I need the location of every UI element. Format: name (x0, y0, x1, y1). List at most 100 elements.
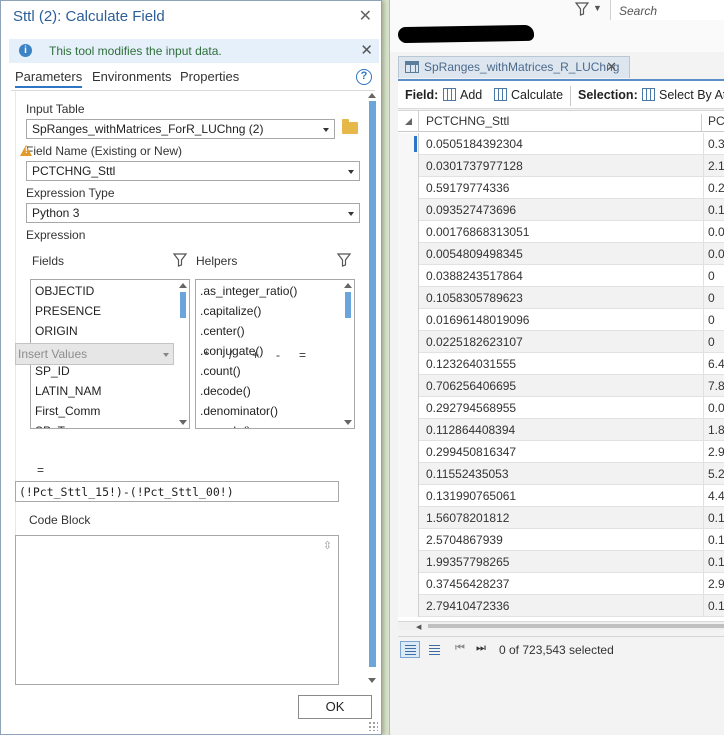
cell-pctchng-sttl[interactable]: 1.56078201812 (420, 507, 704, 529)
cell-pctchng-sttl[interactable]: 0.093527473696 (420, 199, 704, 221)
table-row[interactable]: 0.01696148019096 0 (398, 309, 724, 331)
scroll-left-arrow-icon[interactable]: ◀ (416, 623, 421, 631)
field-list-item[interactable]: SP_ID (35, 364, 70, 378)
cell-pc[interactable]: 0 (705, 265, 724, 287)
cell-pc[interactable]: 0.18 (705, 529, 724, 551)
parameters-scrollbar[interactable] (368, 93, 377, 683)
table-row[interactable]: 0.0388243517864 0 (398, 265, 724, 287)
show-all-records-button[interactable] (400, 641, 420, 658)
cell-pctchng-sttl[interactable]: 0.0054809498345 (420, 243, 704, 265)
table-row[interactable]: 0.05051843923040.39 (398, 133, 724, 155)
field-list-item[interactable]: LATIN_NAM (35, 384, 101, 398)
add-operator-button[interactable]: + (252, 348, 259, 362)
fields-scrollbar[interactable] (179, 283, 187, 425)
row-selector[interactable] (398, 595, 419, 617)
field-name-select[interactable]: PCTCHNG_Sttl (26, 161, 360, 181)
cell-pctchng-sttl[interactable]: 0.1058305789623 (420, 287, 704, 309)
row-selector[interactable] (398, 177, 419, 199)
helper-list-item[interactable]: .decode() (200, 384, 251, 398)
row-selector[interactable] (398, 573, 419, 595)
cell-pc[interactable]: 0.39 (705, 133, 724, 155)
select-by-attributes-button[interactable]: Select By Att (642, 88, 724, 102)
scroll-down-arrow-icon[interactable] (179, 420, 187, 425)
divide-operator-button[interactable]: / (229, 348, 232, 362)
cell-pc[interactable]: 0.22 (705, 177, 724, 199)
cell-pc[interactable]: 6.44 (705, 353, 724, 375)
row-selector[interactable] (398, 133, 419, 155)
helpers-list[interactable]: .as_integer_ratio() .capitalize() .center(… (195, 279, 355, 429)
row-selector[interactable] (398, 287, 419, 309)
scroll-up-arrow-icon[interactable] (368, 93, 376, 98)
ok-button[interactable]: OK (298, 695, 372, 719)
table-row[interactable]: 0.1319907650614.41 (398, 485, 724, 507)
cell-pc[interactable]: 0 (705, 287, 724, 309)
row-selector[interactable] (398, 243, 419, 265)
resize-grip-icon[interactable] (368, 721, 378, 731)
cell-pc[interactable]: 2.95 (705, 573, 724, 595)
table-row[interactable]: 0.2994508163472.94 (398, 441, 724, 463)
row-selector[interactable] (398, 419, 419, 441)
cell-pc[interactable]: 0 (705, 331, 724, 353)
first-page-icon[interactable]: ⏮ (455, 642, 465, 655)
cell-pctchng-sttl[interactable]: 0.299450816347 (420, 441, 704, 463)
cell-pctchng-sttl[interactable]: 0.292794568955 (420, 397, 704, 419)
cell-pctchng-sttl[interactable]: 0.112864408394 (420, 419, 704, 441)
cell-pc[interactable]: 0.15 (705, 507, 724, 529)
row-selector[interactable] (398, 463, 419, 485)
cell-pc[interactable]: 0.02 (705, 243, 724, 265)
show-selected-records-button[interactable] (424, 641, 444, 658)
cell-pctchng-sttl[interactable]: 1.99357798265 (420, 551, 704, 573)
table-row[interactable]: 0.00548094983450.02 (398, 243, 724, 265)
multiply-operator-button[interactable]: * (204, 348, 209, 362)
horizontal-scrollbar[interactable]: ◀ (398, 621, 724, 631)
row-selector[interactable] (398, 353, 419, 375)
scrollbar-thumb[interactable] (428, 624, 724, 628)
cell-pctchng-sttl[interactable]: 0.123264031555 (420, 353, 704, 375)
cell-pctchng-sttl[interactable]: 0.706256406695 (420, 375, 704, 397)
row-selector[interactable] (398, 331, 419, 353)
row-selector[interactable] (398, 441, 419, 463)
helper-list-item[interactable]: .as_integer_ratio() (200, 284, 297, 298)
field-list-item[interactable]: OBJECTID (35, 284, 94, 298)
filter-helpers-icon[interactable] (337, 253, 351, 267)
table-row[interactable]: 0.03017379771282.10 (398, 155, 724, 177)
row-selector[interactable] (398, 375, 419, 397)
insert-values-select[interactable]: Insert Values (15, 343, 174, 365)
add-field-button[interactable]: Add (443, 88, 482, 102)
filter-icon[interactable] (575, 2, 589, 16)
help-button[interactable]: ? (356, 69, 372, 85)
column-header-pc[interactable]: PC (704, 114, 724, 128)
row-selector[interactable] (398, 551, 419, 573)
cell-pc[interactable]: 2.94 (705, 441, 724, 463)
table-row[interactable]: 1.560782018120.15 (398, 507, 724, 529)
table-row[interactable]: 0.1058305789623 0 (398, 287, 724, 309)
scrollbar-thumb[interactable] (180, 292, 186, 318)
helper-list-item[interactable]: .encode() (200, 424, 251, 428)
cell-pc[interactable]: 5.23 (705, 463, 724, 485)
cell-pc[interactable]: 4.41 (705, 485, 724, 507)
table-row[interactable]: 0.2927945689550.00 (398, 397, 724, 419)
cell-pctchng-sttl[interactable]: 0.01696148019096 (420, 309, 704, 331)
cell-pc[interactable]: 0 (705, 309, 724, 331)
cell-pctchng-sttl[interactable]: 2.79410472336 (420, 595, 704, 617)
helper-list-item[interactable]: .count() (200, 364, 241, 378)
cell-pctchng-sttl[interactable]: 0.37456428237 (420, 573, 704, 595)
close-icon[interactable]: ✕ (359, 6, 372, 26)
cell-pctchng-sttl[interactable]: 0.11552435053 (420, 463, 704, 485)
cell-pctchng-sttl[interactable]: 2.5704867939 (420, 529, 704, 551)
row-selector[interactable] (398, 507, 419, 529)
tab-parameters[interactable]: Parameters (15, 69, 83, 88)
helpers-scrollbar[interactable] (344, 283, 352, 425)
helper-list-item[interactable]: .center() (200, 324, 245, 338)
table-row[interactable]: 0.0935274736960.18 (398, 199, 724, 221)
filter-fields-icon[interactable] (173, 253, 187, 267)
expand-editor-icon[interactable]: ⇳ (323, 539, 332, 552)
cell-pc[interactable]: 0.10 (705, 595, 724, 617)
table-row[interactable]: 2.57048679390.18 (398, 529, 724, 551)
search-input[interactable]: Search (610, 0, 724, 20)
subtract-operator-button[interactable]: - (276, 348, 280, 362)
tab-attribute-table[interactable]: SpRanges_withMatrices_R_LUChng ✕ (398, 56, 630, 78)
field-list-item[interactable]: First_Comm (35, 404, 100, 418)
column-header-pctchng-sttl[interactable]: PCTCHNG_Sttl (420, 114, 702, 131)
field-list-item[interactable]: ORIGIN (35, 324, 78, 338)
